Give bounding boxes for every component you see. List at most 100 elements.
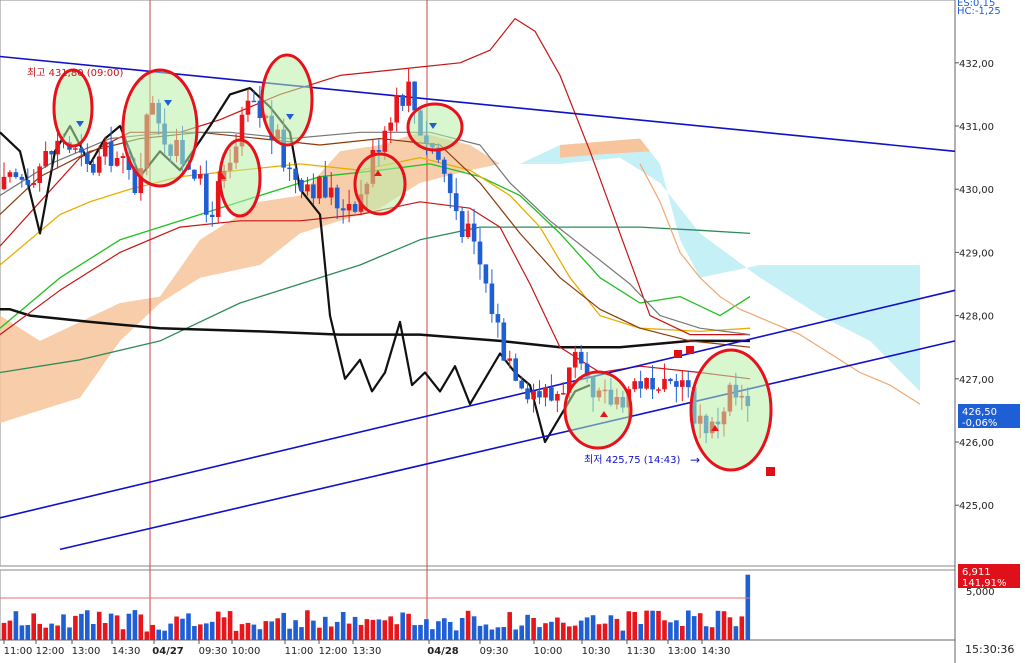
volume-bar — [709, 627, 715, 640]
candle-body — [549, 387, 554, 401]
volume-bar — [73, 615, 78, 640]
time-tick-label: 12:00 — [36, 646, 65, 657]
volume-bar — [453, 630, 459, 640]
volume-bar — [412, 625, 417, 640]
volume-bar — [251, 624, 257, 640]
candle-body — [328, 187, 334, 198]
time-tick-label: 14:30 — [702, 646, 731, 657]
volume-bar — [447, 622, 453, 640]
volume-bar — [227, 611, 233, 640]
candle-body — [656, 389, 661, 391]
candle-body — [209, 214, 215, 217]
volume-bar — [114, 615, 120, 640]
volume-bar — [19, 625, 25, 640]
time-tick-label: 10:00 — [534, 646, 563, 657]
volume-bar — [424, 619, 429, 640]
volume-bar — [317, 627, 322, 640]
candle-body — [49, 151, 54, 155]
candle-body — [447, 173, 453, 194]
volume-bar — [626, 611, 632, 640]
volume-bar — [721, 611, 727, 640]
candle-body — [299, 179, 304, 192]
volume-bar — [691, 616, 697, 640]
signal-square-icon — [686, 346, 694, 354]
time-tick-label: 13:30 — [353, 646, 382, 657]
signal-square-icon — [674, 350, 682, 358]
volume-bar — [293, 620, 298, 640]
candle-body — [471, 223, 477, 242]
volume-bar — [733, 626, 739, 640]
volume-bar — [561, 622, 566, 640]
candle-body — [352, 204, 358, 212]
candle-body — [91, 164, 96, 173]
volume-bar — [85, 610, 90, 640]
volume-bar — [108, 613, 114, 640]
volume-bar — [489, 629, 495, 640]
candle-body — [680, 380, 685, 387]
candle-body — [55, 140, 60, 155]
volume-bar — [102, 623, 108, 640]
time-tick-label: 11:30 — [627, 646, 656, 657]
candle-body — [537, 391, 542, 398]
volume-bar — [668, 622, 673, 640]
volume-bar — [215, 611, 221, 640]
price-tick-label: 425,00 — [959, 501, 994, 512]
volume-bar — [596, 624, 602, 640]
candlestick-chart[interactable]: 432,00 431,00 430,00 429,00 428,00 427,00 426,… — [0, 0, 1025, 663]
volume-bar — [67, 627, 72, 640]
candle-body — [96, 156, 102, 173]
volume-bar — [180, 618, 185, 640]
candle-body — [25, 179, 31, 185]
time-tick-label: 14:30 — [112, 646, 141, 657]
time-tick-label: 04/27 — [152, 646, 184, 657]
volume-bar — [13, 611, 19, 640]
volume-bar — [638, 624, 643, 640]
candle-body — [102, 141, 108, 157]
volume-bar — [555, 617, 560, 640]
volume-tag: 6,911 — [962, 567, 991, 578]
candle-body — [120, 156, 126, 158]
volume-bar — [269, 621, 274, 640]
volume-bar — [233, 630, 239, 640]
volume-bar — [727, 617, 733, 640]
candle-body — [198, 174, 203, 179]
volume-bar — [91, 624, 96, 640]
volume-bar — [513, 629, 518, 640]
volume-bar — [406, 613, 411, 640]
time-tick-label: 04/28 — [427, 646, 459, 657]
candle-body — [376, 150, 382, 152]
volume-bar — [198, 624, 203, 640]
volume-bar — [79, 613, 84, 640]
volume-bar — [656, 610, 661, 640]
volume-bar — [221, 617, 227, 640]
volume-bar — [370, 619, 376, 640]
candle-body — [317, 176, 322, 199]
candle-body — [305, 184, 310, 192]
candle-body — [662, 378, 667, 390]
highlight-circle-4 — [218, 138, 262, 218]
candle-body — [668, 378, 673, 382]
candle-body — [412, 81, 417, 111]
candle-body — [394, 95, 399, 123]
candle-body — [204, 174, 209, 215]
time-tick-label: 12:00 — [319, 646, 348, 657]
volume-bar — [519, 625, 524, 640]
volume-bar — [382, 620, 388, 640]
volume-bar — [680, 626, 685, 640]
highlight-circle-7 — [563, 370, 633, 450]
volume-bar — [281, 612, 286, 640]
volume-bar — [400, 612, 405, 640]
volume-bar — [263, 621, 269, 640]
candle-body — [1, 176, 7, 190]
price-tick-label: 432,00 — [959, 59, 994, 70]
time-tick-label: 09:30 — [480, 646, 509, 657]
candle-body — [513, 358, 518, 381]
low-annotation-arrow: → — [690, 453, 700, 467]
candle-body — [13, 172, 19, 177]
candle-body — [400, 95, 405, 106]
volume-bar — [495, 627, 501, 640]
candle-body — [311, 184, 316, 199]
candle-body — [334, 187, 340, 209]
volume-bar — [1, 622, 7, 640]
highlight-circle-2 — [121, 68, 199, 188]
